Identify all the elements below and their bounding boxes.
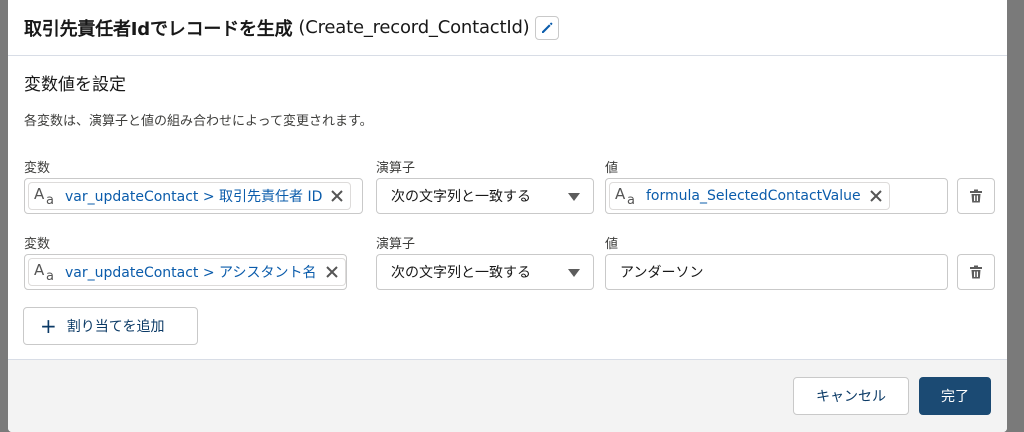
svg-text:A: A — [34, 185, 45, 203]
section-help-text: 各変数は、演算子と値の組み合わせによって変更されます。 — [24, 114, 373, 129]
add-assignment-label: 割り当てを追加 — [66, 319, 165, 335]
value-input[interactable]: アンダーソン — [605, 254, 948, 290]
variable-combobox[interactable]: Aa var_updateContact > アシスタント名 — [24, 254, 347, 290]
delete-row-button[interactable] — [957, 178, 995, 214]
variable-pill-label: var_updateContact > 取引先責任者 ID — [65, 189, 323, 205]
value-label: 値 — [605, 161, 619, 176]
variable-pill: Aa var_updateContact > 取引先責任者 ID — [28, 182, 352, 210]
delete-row-button[interactable] — [957, 254, 995, 290]
caret-down-icon — [568, 269, 580, 277]
operator-select[interactable]: 次の文字列と一致する — [376, 254, 594, 290]
svg-text:a: a — [46, 193, 54, 207]
svg-text:a: a — [627, 193, 635, 207]
value-combobox[interactable]: Aa formula_SelectedContactValue — [605, 178, 948, 214]
operator-select[interactable]: 次の文字列と一致する — [376, 178, 594, 214]
operator-label: 演算子 — [376, 161, 416, 176]
variable-label: 変数 — [24, 161, 51, 176]
modal-title: 取引先責任者Idでレコードを生成 — [24, 18, 293, 40]
section-title: 変数値を設定 — [24, 75, 126, 95]
variable-pill-label: var_updateContact > アシスタント名 — [65, 265, 317, 281]
modal-api-name: (Create_record_ContactId) — [298, 17, 530, 38]
text-type-icon: Aa — [614, 185, 642, 207]
caret-down-icon — [568, 193, 580, 201]
close-icon[interactable] — [323, 263, 341, 281]
value-input-text: アンダーソン — [620, 265, 704, 281]
done-button[interactable]: 完了 — [919, 377, 991, 415]
operator-selected-value: 次の文字列と一致する — [391, 265, 531, 281]
trash-icon — [970, 265, 982, 279]
edit-assignment-modal: 取引先責任者Idでレコードを生成 (Create_record_ContactI… — [8, 0, 1007, 432]
modal-header: 取引先責任者Idでレコードを生成 (Create_record_ContactI… — [8, 0, 1007, 56]
text-type-icon: Aa — [33, 261, 61, 283]
value-pill: Aa formula_SelectedContactValue — [609, 182, 890, 210]
modal-footer: キャンセル 完了 — [8, 359, 1007, 432]
variable-pill: Aa var_updateContact > アシスタント名 — [28, 258, 346, 286]
value-label: 値 — [605, 237, 619, 252]
svg-text:A: A — [615, 185, 626, 203]
svg-text:A: A — [34, 261, 45, 279]
pencil-icon — [541, 22, 552, 33]
text-type-icon: Aa — [33, 185, 61, 207]
value-pill-label: formula_SelectedContactValue — [646, 188, 861, 204]
add-assignment-button[interactable]: + 割り当てを追加 — [23, 307, 198, 345]
close-icon[interactable] — [867, 187, 885, 205]
operator-label: 演算子 — [376, 237, 416, 252]
edit-label-button[interactable] — [534, 15, 559, 40]
close-icon[interactable] — [328, 187, 346, 205]
svg-text:a: a — [46, 269, 54, 283]
plus-icon: + — [40, 314, 57, 338]
operator-selected-value: 次の文字列と一致する — [391, 189, 531, 205]
variable-combobox[interactable]: Aa var_updateContact > 取引先責任者 ID — [24, 178, 363, 214]
trash-icon — [970, 189, 982, 203]
cancel-button[interactable]: キャンセル — [793, 377, 909, 415]
variable-label: 変数 — [24, 237, 51, 252]
